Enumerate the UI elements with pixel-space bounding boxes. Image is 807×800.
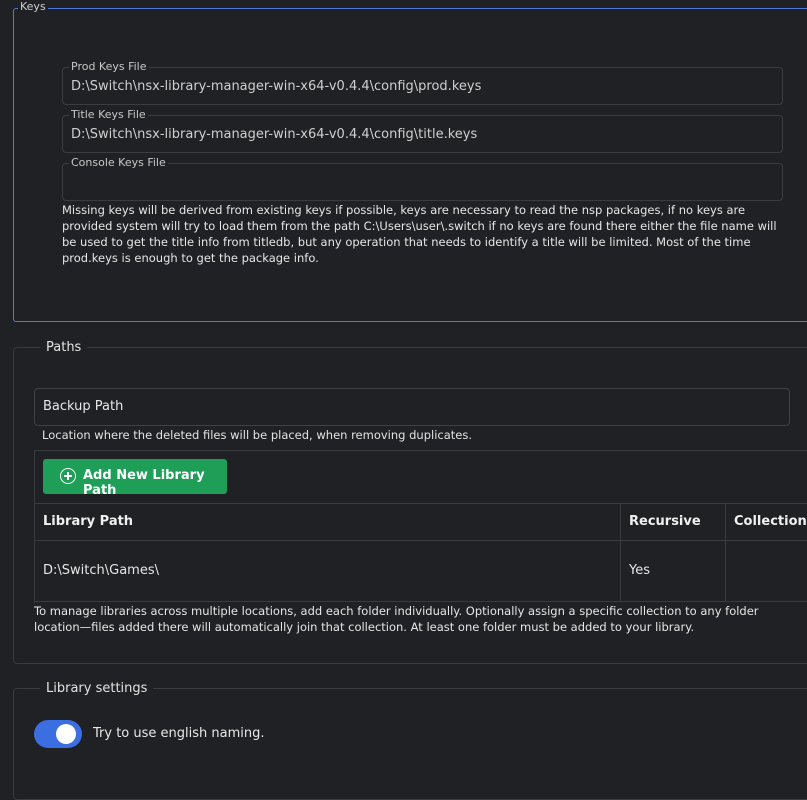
plus-circle-icon [60,468,76,484]
library-settings-section [13,688,807,800]
prod-keys-label: Prod Keys File [69,60,149,74]
recursive-cell: Yes [629,563,650,578]
column-header-library-path: Library Path [43,514,134,529]
console-keys-label: Console Keys File [69,156,168,170]
add-library-path-label: Add New Library Path [83,468,205,498]
title-keys-value: D:\Switch\nsx-library-manager-win-x64-v0… [71,127,478,142]
library-paths-help: To manage libraries across multiple loca… [34,604,759,634]
table-divider [34,503,807,504]
console-keys-field[interactable]: Console Keys File [62,156,783,201]
table-divider [725,503,726,601]
prod-keys-value: D:\Switch\nsx-library-manager-win-x64-v0… [71,79,482,94]
table-divider [34,540,807,541]
column-header-collection: Collection [734,514,807,529]
add-library-path-button[interactable]: Add New Library Path [43,459,227,498]
backup-path-placeholder: Backup Path [43,399,124,414]
prod-keys-field[interactable]: Prod Keys File D:\Switch\nsx-library-man… [62,60,783,105]
title-keys-label: Title Keys File [69,108,148,122]
english-naming-toggle[interactable] [34,720,82,748]
english-naming-label: Try to use english naming. [93,726,265,741]
table-divider [620,503,621,601]
library-path-cell[interactable]: D:\Switch\Games\ [43,563,159,578]
keys-help-text: Missing keys will be derived from existi… [62,203,777,265]
column-header-recursive: Recursive [629,514,701,529]
backup-path-input[interactable]: Backup Path [34,388,790,426]
toggle-knob [56,724,76,744]
title-keys-field[interactable]: Title Keys File D:\Switch\nsx-library-ma… [62,108,783,153]
keys-legend: Keys [18,0,48,14]
paths-legend: Paths [40,340,88,356]
backup-path-help: Location where the deleted files will be… [42,428,472,442]
library-settings-legend: Library settings [40,681,154,697]
table-divider [34,601,807,602]
